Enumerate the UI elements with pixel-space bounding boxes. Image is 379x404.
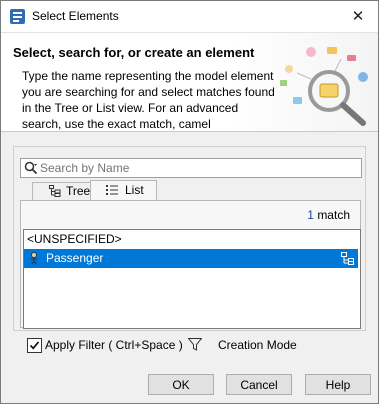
header-banner: Select, search for, or create an element… <box>1 32 378 132</box>
match-count: 1 match <box>307 208 350 222</box>
filter-icon[interactable] <box>188 338 202 351</box>
search-input[interactable] <box>40 159 358 177</box>
list-item-label: <UNSPECIFIED> <box>27 232 122 246</box>
checkmark-icon <box>29 341 40 350</box>
list-item[interactable]: Passenger <box>24 249 358 268</box>
apply-filter-label[interactable]: Apply Filter ( Ctrl+Space ) <box>45 338 183 352</box>
apply-filter-checkbox[interactable] <box>27 338 42 353</box>
match-count-number: 1 <box>307 208 314 222</box>
list-item[interactable]: <UNSPECIFIED> <box>24 230 358 249</box>
tab-list[interactable]: List <box>90 180 157 200</box>
list-icon <box>106 185 118 195</box>
creation-mode-toggle[interactable]: Creation Mode <box>218 338 297 352</box>
window-title: Select Elements <box>32 9 119 23</box>
selection-panel: Tree List 1 match <box>13 141 366 367</box>
search-group: Tree List 1 match <box>13 146 366 331</box>
app-icon <box>10 9 25 24</box>
actor-icon <box>31 252 37 265</box>
select-elements-dialog: Select Elements ✕ Select, search for, or… <box>0 0 379 404</box>
ok-button[interactable]: OK <box>148 374 214 395</box>
filter-options: Apply Filter ( Ctrl+Space ) Creation Mod… <box>27 337 357 355</box>
tree-icon <box>49 185 61 197</box>
search-icon <box>24 161 38 175</box>
dialog-footer: OK Cancel Help <box>1 367 378 403</box>
results-list[interactable]: <UNSPECIFIED> Passenger <box>23 229 361 329</box>
title-bar: Select Elements ✕ <box>1 1 378 32</box>
close-button[interactable]: ✕ <box>338 1 378 32</box>
tab-tree-label: Tree <box>66 184 91 198</box>
search-box[interactable] <box>20 158 362 178</box>
close-icon: ✕ <box>351 8 365 25</box>
cancel-button[interactable]: Cancel <box>226 374 292 395</box>
tab-list-label: List <box>125 183 144 197</box>
results-area: 1 match <UNSPECIFIED> Passenger <box>20 200 361 329</box>
show-in-tree-icon[interactable] <box>341 252 354 265</box>
header-title: Select, search for, or create an element <box>13 45 255 60</box>
list-item-label: Passenger <box>46 251 104 265</box>
magnifier-illustration-icon <box>280 47 368 126</box>
match-count-suffix: match <box>317 208 350 222</box>
help-button[interactable]: Help <box>305 374 371 395</box>
header-description: Type the name representing the model ele… <box>22 69 275 131</box>
